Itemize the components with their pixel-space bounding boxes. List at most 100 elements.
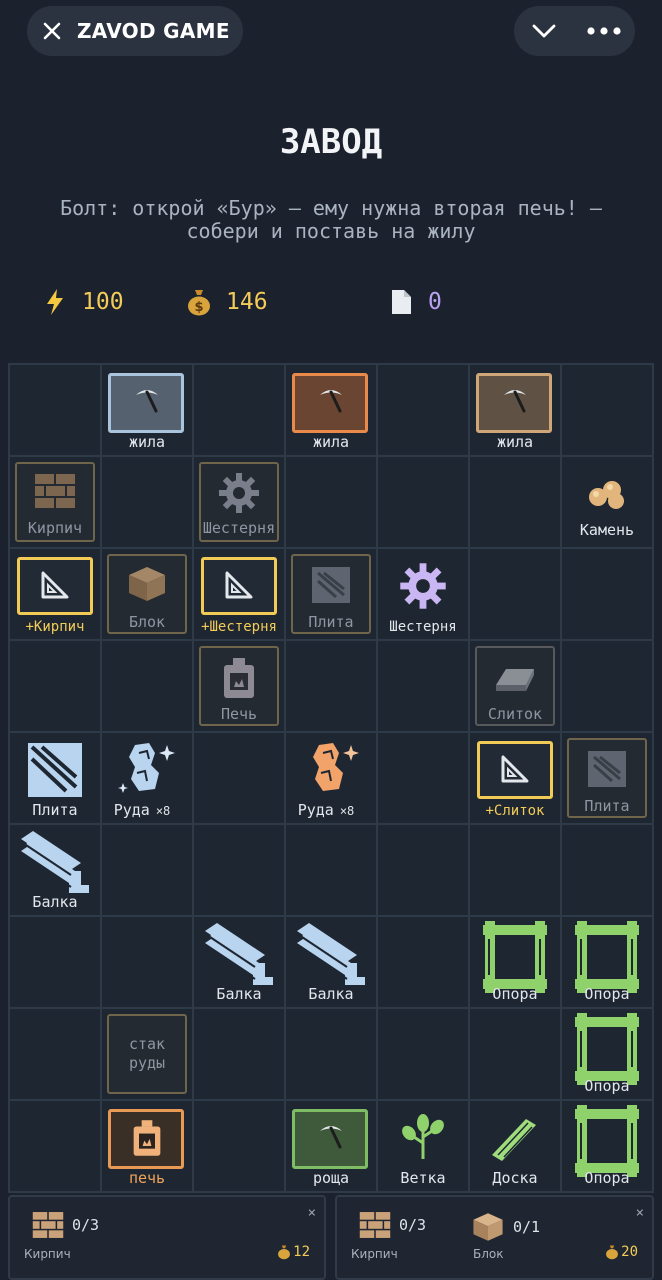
furnace-icon: [224, 658, 254, 698]
item-cell-branch[interactable]: Ветка: [377, 1100, 469, 1192]
grid-cell[interactable]: [9, 1100, 101, 1192]
grid-cell[interactable]: [469, 548, 561, 640]
item-cell-beam[interactable]: Балка: [9, 824, 101, 916]
vein-cell-steel[interactable]: жила: [101, 364, 193, 456]
grove-cell[interactable]: роща: [285, 1100, 377, 1192]
close-order-icon[interactable]: ×: [636, 1205, 644, 1221]
collapse-button[interactable]: [514, 6, 574, 56]
set-square-icon: [41, 571, 69, 599]
item-cell-support[interactable]: Опора: [561, 1100, 653, 1192]
grid-cell[interactable]: [101, 456, 193, 548]
ghost-cell-ore-stack[interactable]: стак руды: [101, 1008, 193, 1100]
ghost-cell-brick[interactable]: Кирпич: [9, 456, 101, 548]
energy-value: 100: [82, 289, 124, 315]
ghost-label: Плита: [308, 613, 354, 631]
order-card[interactable]: × 0/3 Кирпич 0/1 Блок 20: [335, 1195, 654, 1280]
item-cell-stone[interactable]: Камень: [561, 456, 653, 548]
ghost-cell-ingot[interactable]: Слиток: [469, 640, 561, 732]
item-label: Балка: [216, 985, 262, 1003]
item-label: Опора: [492, 985, 538, 1003]
top-bar: ZAVOD GAME: [0, 0, 662, 62]
set-square-icon: [501, 755, 529, 783]
grid-cell[interactable]: [377, 640, 469, 732]
recipe-cell-brick[interactable]: +Кирпич: [9, 548, 101, 640]
grid-cell[interactable]: [9, 640, 101, 732]
ghost-cell-furnace[interactable]: Печь: [193, 640, 285, 732]
grid-cell[interactable]: [193, 732, 285, 824]
close-app-pill[interactable]: ZAVOD GAME: [27, 6, 243, 56]
grid-cell[interactable]: [561, 640, 653, 732]
plate-icon: [28, 743, 82, 797]
grid-cell[interactable]: [377, 732, 469, 824]
grid-cell[interactable]: [9, 916, 101, 1008]
item-cell-gear[interactable]: Шестерня: [377, 548, 469, 640]
grid-cell[interactable]: [193, 1008, 285, 1100]
item-cell-beam[interactable]: Балка: [193, 916, 285, 1008]
grid-cell[interactable]: [193, 1100, 285, 1192]
ore-icon: [313, 743, 359, 791]
ghost-cell-block[interactable]: Блок: [101, 548, 193, 640]
grid-cell[interactable]: [469, 824, 561, 916]
item-cell-beam[interactable]: Балка: [285, 916, 377, 1008]
ghost-cell-plate[interactable]: Плита: [561, 732, 653, 824]
grid-cell[interactable]: [377, 824, 469, 916]
item-label: Руда ×8: [102, 801, 192, 819]
item-cell-support[interactable]: Опора: [469, 916, 561, 1008]
grid-cell[interactable]: [285, 456, 377, 548]
papers-value: 0: [428, 289, 442, 315]
close-order-icon[interactable]: ×: [308, 1205, 316, 1221]
item-label: Балка: [308, 985, 354, 1003]
grid-cell[interactable]: [377, 1008, 469, 1100]
item-cell-support[interactable]: Опора: [561, 916, 653, 1008]
grid-cell[interactable]: [193, 364, 285, 456]
money-bag-icon: [606, 1245, 619, 1260]
recipe-label: +Шестерня: [201, 619, 277, 635]
building-label: печь: [128, 1169, 166, 1187]
grid-cell[interactable]: [561, 824, 653, 916]
order-card[interactable]: × 0/3 Кирпич 12: [8, 1195, 326, 1280]
money-value: 146: [226, 289, 268, 315]
grid-cell[interactable]: [101, 916, 193, 1008]
close-icon[interactable]: [41, 20, 63, 42]
item-label: Шестерня: [389, 619, 457, 635]
ghost-cell-gear[interactable]: Шестерня: [193, 456, 285, 548]
grid-cell[interactable]: [561, 364, 653, 456]
item-cell-ore-steel[interactable]: Руда ×8: [101, 732, 193, 824]
grid-cell[interactable]: [101, 640, 193, 732]
grid-cell[interactable]: [561, 548, 653, 640]
grid-cell[interactable]: [9, 1008, 101, 1100]
recipe-cell-gear[interactable]: +Шестерня: [193, 548, 285, 640]
recipe-label: +Кирпич: [25, 619, 85, 635]
item-cell-plank[interactable]: Доска: [469, 1100, 561, 1192]
grid-cell[interactable]: [377, 916, 469, 1008]
gear-icon: [219, 473, 259, 513]
ore-count: ×8: [339, 804, 355, 818]
grid-cell[interactable]: [285, 824, 377, 916]
grid-cell[interactable]: [469, 1008, 561, 1100]
item-cell-plate[interactable]: Плита: [9, 732, 101, 824]
pickaxe-icon: [320, 1126, 342, 1149]
recipe-label: +Слиток: [485, 803, 545, 819]
vein-cell-copper[interactable]: жила: [285, 364, 377, 456]
ore-stack-line1: стак: [128, 1035, 166, 1053]
grid-cell[interactable]: [101, 824, 193, 916]
item-label: Ветка: [400, 1169, 446, 1187]
grid-cell[interactable]: [9, 364, 101, 456]
grid-cell[interactable]: [469, 456, 561, 548]
grid-cell[interactable]: [377, 364, 469, 456]
item-cell-ore-copper[interactable]: Руда ×8: [285, 732, 377, 824]
grid-cell[interactable]: [285, 640, 377, 732]
grid-cell[interactable]: [193, 824, 285, 916]
grid-cell[interactable]: [285, 1008, 377, 1100]
vein-label: жила: [312, 433, 350, 451]
item-cell-support[interactable]: Опора: [561, 1008, 653, 1100]
item-label: Руда ×8: [286, 801, 376, 819]
recipe-cell-ingot[interactable]: +Слиток: [469, 732, 561, 824]
building-cell-furnace[interactable]: печь: [101, 1100, 193, 1192]
more-button[interactable]: [574, 6, 634, 56]
ghost-cell-plate[interactable]: Плита: [285, 548, 377, 640]
grid-cell[interactable]: [377, 456, 469, 548]
plank-icon: [492, 1119, 536, 1161]
lightning-icon: [40, 287, 70, 317]
vein-cell-clay[interactable]: жила: [469, 364, 561, 456]
